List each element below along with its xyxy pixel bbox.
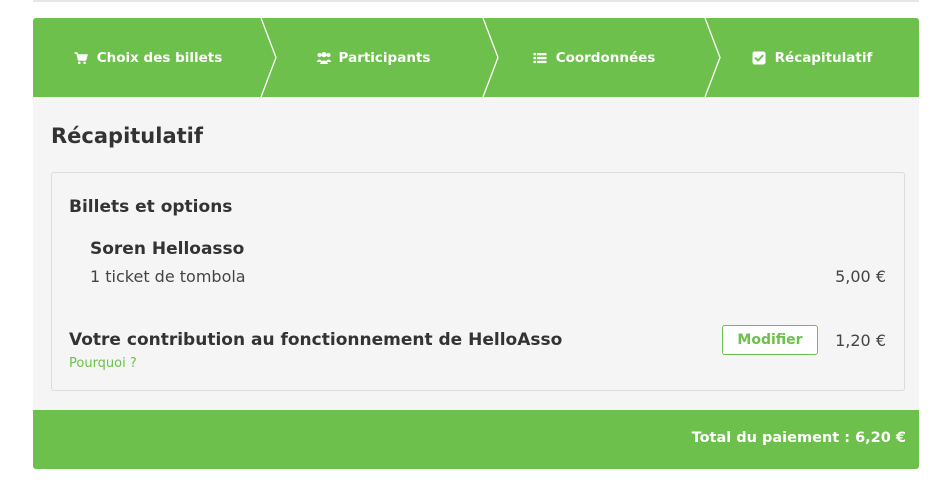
ticket-label: 1 ticket de tombola [90, 267, 246, 286]
contribution-price: 1,20 € [835, 331, 886, 350]
step-participants[interactable]: Participants [263, 18, 483, 97]
ticket-price: 5,00 € [835, 267, 886, 286]
step-label: Coordonnées [555, 49, 656, 66]
step-recapitulatif[interactable]: Récapitulatif [705, 18, 919, 97]
step-coordonnees[interactable]: Coordonnées [483, 18, 705, 97]
contribution-label: Votre contribution au fonctionnement de … [69, 330, 563, 350]
steps-bar: Choix des billets Participants Coordonné… [33, 18, 919, 97]
total-payment: Total du paiement : 6,20 € [691, 430, 906, 446]
why-link[interactable]: Pourquoi ? [69, 356, 137, 371]
step-label: Participants [338, 49, 431, 66]
summary-box: Billets et options Soren Helloasso 1 tic… [51, 172, 905, 391]
total-bar: Total du paiement : 6,20 € [33, 410, 919, 469]
check-square-icon [752, 51, 766, 65]
users-icon [316, 51, 332, 65]
page-title: Récapitulatif [51, 124, 203, 148]
step-choix-des-billets[interactable]: Choix des billets [33, 18, 263, 97]
checkout-panel: Choix des billets Participants Coordonné… [33, 18, 919, 469]
step-label: Récapitulatif [774, 49, 873, 66]
modify-button[interactable]: Modifier [722, 325, 818, 355]
list-icon [533, 51, 547, 65]
step-label: Choix des billets [96, 49, 223, 66]
summary-title: Billets et options [69, 197, 233, 217]
top-divider [33, 0, 919, 2]
cart-icon [74, 51, 88, 65]
participant-name: Soren Helloasso [90, 239, 245, 259]
